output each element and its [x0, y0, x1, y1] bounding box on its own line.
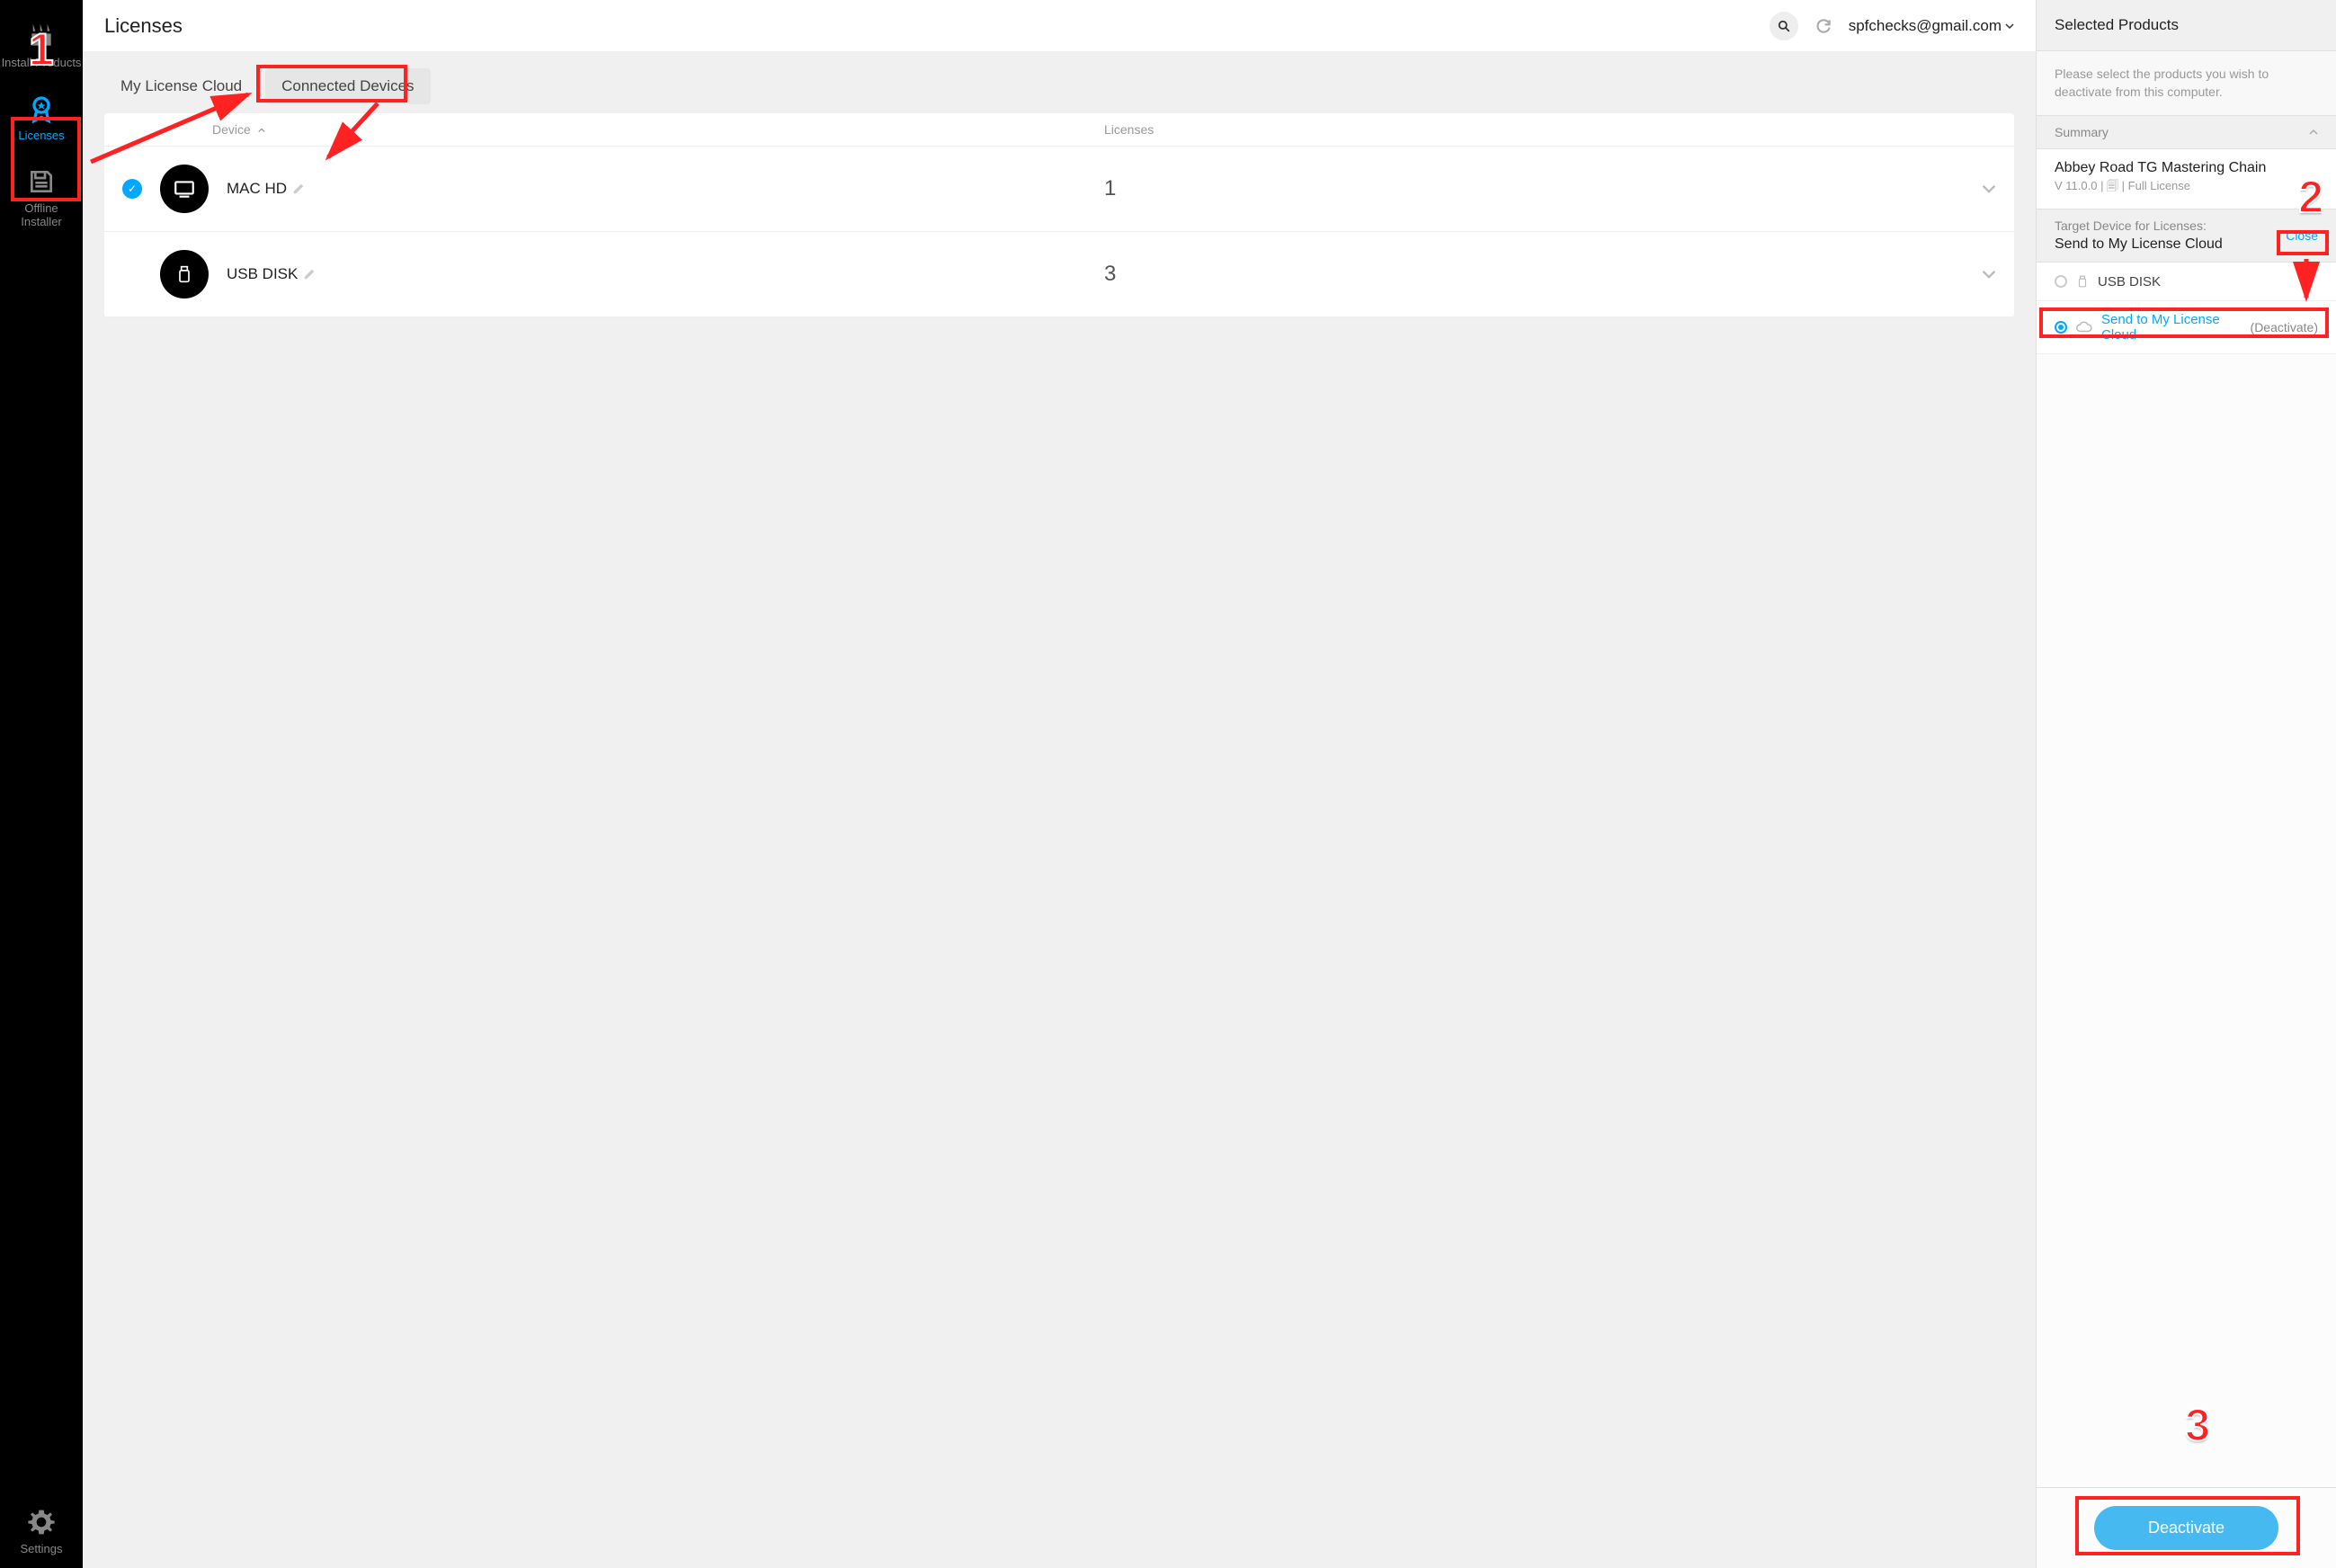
device-name: USB DISK	[227, 265, 1104, 283]
target-value: Send to My License Cloud	[2055, 236, 2318, 253]
chevron-down-icon[interactable]	[1982, 182, 1996, 196]
chevron-down-icon[interactable]	[1982, 267, 1996, 281]
table-row[interactable]: USB DISK 3	[104, 232, 2014, 317]
sidebar: Install Products Licenses Offline Instal…	[0, 0, 83, 1568]
table-header: Device Licenses	[104, 113, 2014, 147]
devices-table: Device Licenses ✓ MAC HD 1 USB DISK	[104, 113, 2014, 317]
search-button[interactable]	[1770, 12, 1798, 40]
tabs: My License Cloud Connected Devices	[83, 52, 2036, 113]
sidebar-item-label-2: Installer	[21, 215, 62, 228]
sidebar-item-install-products[interactable]: Install Products	[0, 9, 83, 82]
table-row[interactable]: ✓ MAC HD 1	[104, 147, 2014, 232]
sidebar-item-label: Settings	[21, 1542, 63, 1555]
radio-icon	[2055, 275, 2067, 288]
cloud-icon	[2076, 321, 2092, 334]
page-title: Licenses	[104, 14, 183, 38]
gear-icon	[27, 1508, 56, 1537]
summary-label: Summary	[2055, 125, 2109, 139]
option-suffix: (Deactivate)	[2251, 320, 2318, 334]
product-meta: V 11.0.0 | 🗐 | Full License	[2055, 178, 2318, 198]
refresh-button[interactable]	[1809, 12, 1838, 40]
pencil-icon[interactable]	[292, 183, 305, 195]
sidebar-item-settings[interactable]: Settings	[0, 1495, 83, 1568]
sort-asc-icon	[258, 127, 265, 134]
target-label: Target Device for Licenses:	[2055, 218, 2318, 233]
main-area: Licenses spfchecks@gmail.com My License …	[83, 0, 2036, 1568]
pencil-icon[interactable]	[303, 268, 316, 281]
tab-connected-devices[interactable]: Connected Devices	[265, 68, 430, 104]
panel-title: Selected Products	[2037, 0, 2336, 51]
option-label: Send to My License Cloud	[2101, 312, 2242, 343]
check-icon: ✓	[122, 179, 142, 199]
license-count: 3	[1104, 262, 1982, 287]
download-icon	[27, 22, 56, 50]
sidebar-item-label: Offline	[24, 201, 58, 215]
chevron-down-icon	[2005, 22, 2014, 31]
product-name: Abbey Road TG Mastering Chain	[2055, 160, 2318, 176]
account-dropdown[interactable]: spfchecks@gmail.com	[1849, 17, 2014, 35]
sidebar-item-offline-installer[interactable]: Offline Installer	[0, 155, 83, 241]
usb-icon	[160, 250, 209, 298]
chevron-up-icon	[2309, 128, 2318, 137]
account-email: spfchecks@gmail.com	[1849, 17, 2002, 35]
target-device-header: Target Device for Licenses: Send to My L…	[2037, 209, 2336, 263]
panel-note: Please select the products you wish to d…	[2037, 51, 2336, 116]
sidebar-item-label: Install Products	[2, 56, 82, 69]
topbar: Licenses spfchecks@gmail.com	[83, 0, 2036, 52]
check-placeholder	[122, 264, 142, 284]
deactivate-button[interactable]: Deactivate	[2094, 1506, 2278, 1550]
option-usb-disk[interactable]: USB DISK	[2037, 263, 2336, 301]
option-label: USB DISK	[2098, 274, 2161, 290]
license-count: 1	[1104, 176, 1982, 201]
usb-icon	[2076, 273, 2089, 290]
selected-products-panel: Selected Products Please select the prod…	[2036, 0, 2336, 1568]
search-icon	[1778, 20, 1790, 32]
device-name: MAC HD	[227, 180, 1104, 198]
col-device[interactable]: Device	[212, 122, 1104, 137]
save-icon	[27, 167, 56, 196]
option-send-to-cloud[interactable]: Send to My License Cloud (Deactivate)	[2037, 301, 2336, 354]
product-item: Abbey Road TG Mastering Chain V 11.0.0 |…	[2037, 149, 2336, 209]
radio-selected-icon	[2055, 321, 2067, 334]
sidebar-item-licenses[interactable]: Licenses	[0, 82, 83, 155]
sidebar-item-label: Licenses	[18, 129, 64, 142]
tab-my-license-cloud[interactable]: My License Cloud	[104, 68, 258, 104]
refresh-icon	[1814, 17, 1832, 35]
col-licenses[interactable]: Licenses	[1104, 122, 1996, 137]
award-icon	[27, 94, 56, 123]
panel-footer: Deactivate	[2037, 1487, 2336, 1568]
computer-icon	[160, 165, 209, 213]
close-button[interactable]: Close	[2286, 228, 2318, 243]
summary-header[interactable]: Summary	[2037, 116, 2336, 149]
